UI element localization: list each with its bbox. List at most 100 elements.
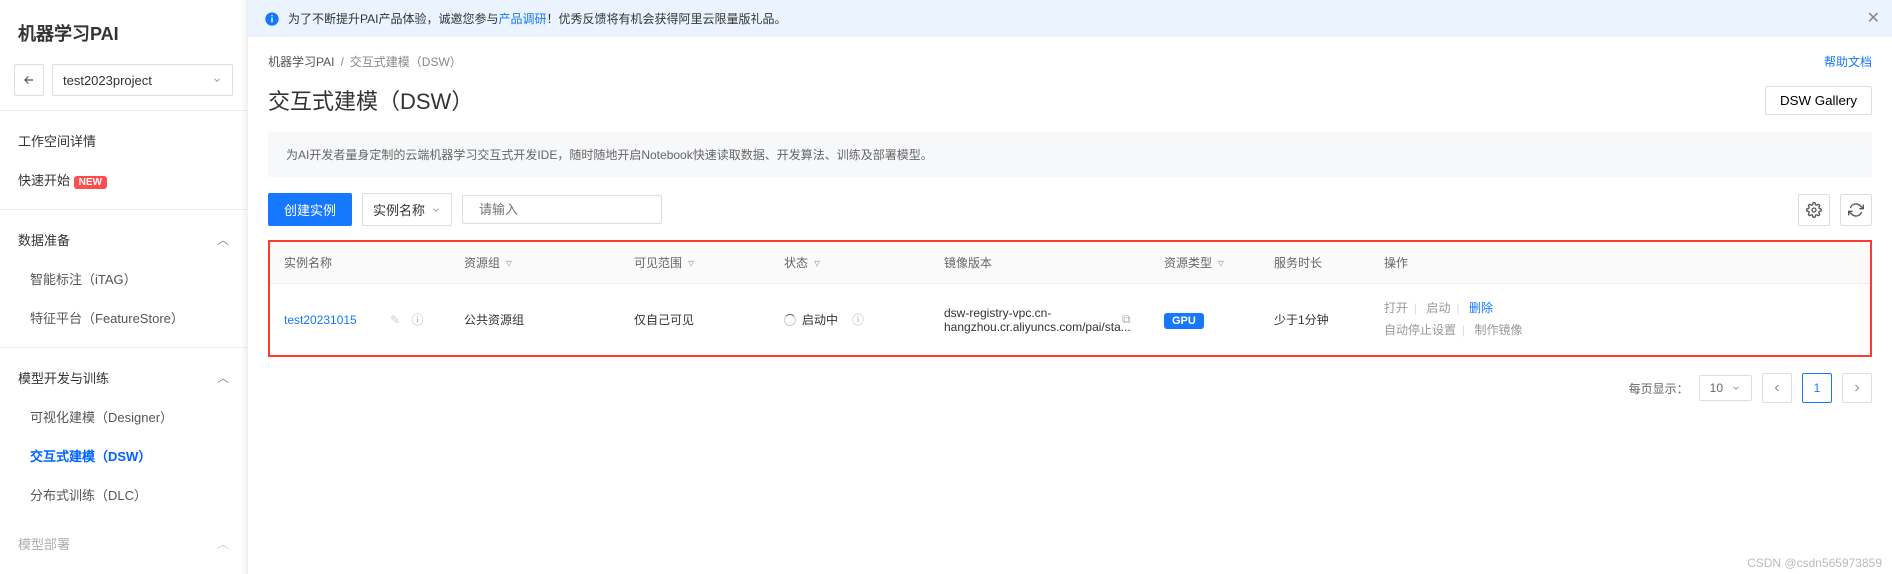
- page-title: 交互式建模（DSW）: [268, 84, 473, 116]
- gpu-badge: GPU: [1164, 313, 1204, 329]
- close-icon[interactable]: ✕: [1867, 8, 1880, 28]
- edit-icon[interactable]: ✎: [390, 313, 400, 327]
- chevron-up-icon: ︿: [217, 369, 229, 386]
- op-start[interactable]: 启动: [1426, 301, 1450, 315]
- filter-icon[interactable]: ▿: [688, 256, 694, 270]
- info-banner: 为了不断提升PAI产品体验，诚邀您参与产品调研！优秀反馈将有机会获得阿里云限量版…: [248, 0, 1892, 37]
- sidebar-item-quickstart[interactable]: 快速开始 NEW: [0, 160, 247, 199]
- col-status[interactable]: 状态▿: [770, 242, 930, 284]
- col-resource-type[interactable]: 资源类型▿: [1150, 242, 1260, 284]
- toolbar: 创建实例 实例名称: [268, 193, 1872, 226]
- chevron-right-icon: [1851, 382, 1863, 394]
- search-input[interactable]: [479, 202, 655, 217]
- cell-runtime: 少于1分钟: [1260, 284, 1370, 356]
- chevron-up-icon: ︿: [217, 535, 229, 552]
- filter-field-label: 实例名称: [373, 200, 425, 219]
- search-box[interactable]: [462, 195, 662, 224]
- product-logo: 机器学习PAI: [0, 10, 247, 64]
- col-visibility[interactable]: 可见范围▿: [620, 242, 770, 284]
- create-instance-button[interactable]: 创建实例: [268, 193, 352, 226]
- refresh-button[interactable]: [1840, 194, 1872, 226]
- chevron-left-icon: [1771, 382, 1783, 394]
- filter-icon[interactable]: ▿: [1218, 256, 1224, 270]
- instance-name-link[interactable]: test20231015: [284, 313, 357, 327]
- gear-icon: [1806, 202, 1822, 218]
- project-selector[interactable]: test2023project: [52, 64, 233, 96]
- sidebar-group-label: 模型开发与训练: [18, 368, 109, 387]
- col-resource-group[interactable]: 资源组▿: [450, 242, 620, 284]
- arrow-left-icon: [22, 73, 36, 87]
- sidebar-group-label: 模型部署: [18, 534, 70, 553]
- op-open[interactable]: 打开: [1384, 301, 1408, 315]
- back-button[interactable]: [14, 64, 44, 96]
- sidebar-item-label: 智能标注（iTAG）: [30, 269, 137, 288]
- info-icon[interactable]: ⓘ: [852, 311, 864, 328]
- status-text: 启动中: [802, 311, 838, 328]
- op-auto-stop[interactable]: 自动停止设置: [1384, 323, 1456, 337]
- breadcrumb-current: 交互式建模（DSW）: [350, 53, 462, 70]
- col-name: 实例名称: [270, 242, 450, 284]
- pagination: 每页显示： 10 1: [268, 373, 1872, 403]
- chevron-down-icon: [212, 75, 222, 85]
- sidebar-item-label: 特征平台（FeatureStore）: [30, 308, 184, 327]
- copy-icon[interactable]: ⧉: [1122, 312, 1131, 327]
- cell-visibility: 仅自己可见: [620, 284, 770, 356]
- sidebar-item-designer[interactable]: 可视化建模（Designer）: [0, 397, 247, 436]
- new-badge: NEW: [74, 176, 107, 189]
- info-icon[interactable]: ⓘ: [411, 313, 423, 327]
- chevron-down-icon: [1731, 383, 1741, 393]
- op-delete[interactable]: 删除: [1469, 301, 1493, 315]
- next-page-button[interactable]: [1842, 373, 1872, 403]
- breadcrumb: 机器学习PAI / 交互式建模（DSW） 帮助文档: [268, 53, 1872, 70]
- loading-spinner-icon: [784, 314, 796, 326]
- sidebar-item-label: 交互式建模（DSW）: [30, 446, 151, 465]
- filter-field-select[interactable]: 实例名称: [362, 193, 452, 226]
- sidebar: 机器学习PAI test2023project 工作空间详情 快速开始 NEW: [0, 0, 248, 574]
- filter-icon[interactable]: ▿: [814, 256, 820, 270]
- main: 为了不断提升PAI产品体验，诚邀您参与产品调研！优秀反馈将有机会获得阿里云限量版…: [248, 0, 1892, 574]
- watermark: CSDN @csdn565973859: [1747, 556, 1882, 570]
- chevron-up-icon: ︿: [217, 231, 229, 248]
- project-name: test2023project: [63, 73, 152, 88]
- page-size-select[interactable]: 10: [1699, 375, 1752, 401]
- cell-ops: 打开| 启动| 删除 自动停止设置| 制作镜像: [1370, 284, 1870, 356]
- sidebar-group-deploy[interactable]: 模型部署 ︿: [0, 524, 247, 563]
- page-size-value: 10: [1710, 381, 1723, 395]
- sidebar-item-dlc[interactable]: 分布式训练（DLC）: [0, 475, 247, 514]
- chevron-down-icon: [431, 205, 441, 215]
- cell-image: dsw-registry-vpc.cn-hangzhou.cr.aliyuncs…: [944, 306, 1136, 334]
- col-image: 镜像版本: [930, 242, 1150, 284]
- sidebar-item-itag[interactable]: 智能标注（iTAG）: [0, 259, 247, 298]
- sidebar-group-data[interactable]: 数据准备 ︿: [0, 220, 247, 259]
- banner-text: ！优秀反馈将有机会获得阿里云限量版礼品。: [546, 12, 786, 26]
- description: 为AI开发者量身定制的云端机器学习交互式开发IDE，随时随地开启Notebook…: [268, 132, 1872, 177]
- sidebar-group-label: 数据准备: [18, 230, 70, 249]
- sidebar-item-label: 工作空间详情: [18, 131, 96, 150]
- image-text: dsw-registry-vpc.cn-hangzhou.cr.aliyuncs…: [944, 306, 1114, 334]
- pager-label: 每页显示：: [1629, 380, 1689, 397]
- sidebar-item-workspace[interactable]: 工作空间详情: [0, 121, 247, 160]
- prev-page-button[interactable]: [1762, 373, 1792, 403]
- dsw-gallery-button[interactable]: DSW Gallery: [1765, 86, 1872, 115]
- banner-text: 为了不断提升PAI产品体验，诚邀您参与: [288, 12, 498, 26]
- filter-icon[interactable]: ▿: [506, 256, 512, 270]
- instance-table: 实例名称 资源组▿ 可见范围▿ 状态▿ 镜像版本 资源类型▿ 服务时长 操作: [268, 240, 1872, 357]
- sidebar-item-dsw[interactable]: 交互式建模（DSW）: [0, 436, 247, 475]
- help-link[interactable]: 帮助文档: [1824, 53, 1872, 70]
- separator: /: [340, 55, 343, 69]
- page-number-button[interactable]: 1: [1802, 373, 1832, 403]
- cell-resource-group: 公共资源组: [450, 284, 620, 356]
- refresh-icon: [1848, 202, 1864, 218]
- table-row: test20231015 ✎ ⓘ 公共资源组 仅自己可见 启动中 ⓘ: [270, 284, 1870, 356]
- breadcrumb-root[interactable]: 机器学习PAI: [268, 53, 334, 70]
- col-runtime: 服务时长: [1260, 242, 1370, 284]
- banner-link[interactable]: 产品调研: [498, 12, 546, 26]
- sidebar-item-label: 可视化建模（Designer）: [30, 407, 173, 426]
- sidebar-item-featurestore[interactable]: 特征平台（FeatureStore）: [0, 298, 247, 337]
- info-icon: [264, 11, 280, 27]
- sidebar-group-train[interactable]: 模型开发与训练 ︿: [0, 358, 247, 397]
- cell-status: 启动中 ⓘ: [784, 311, 916, 328]
- settings-button[interactable]: [1798, 194, 1830, 226]
- op-make-image[interactable]: 制作镜像: [1474, 323, 1522, 337]
- col-ops: 操作: [1370, 242, 1870, 284]
